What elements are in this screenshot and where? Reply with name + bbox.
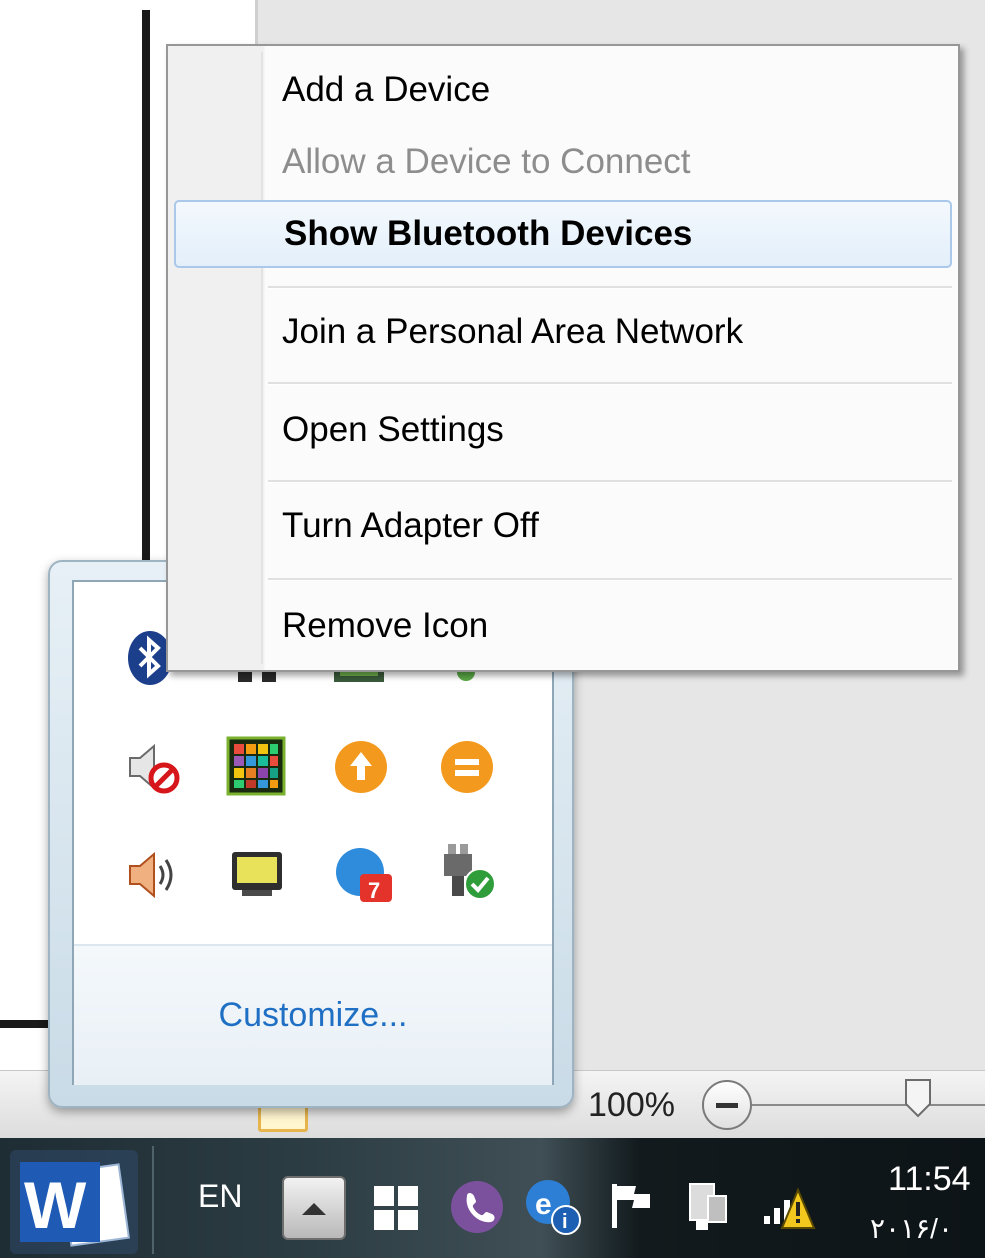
windows-flag-icon[interactable] [368, 1180, 424, 1236]
orange-equals-icon[interactable] [438, 738, 496, 796]
svg-text:e: e [535, 1188, 552, 1221]
power-plug-icon[interactable] [680, 1176, 738, 1234]
volume-muted-icon[interactable] [124, 738, 182, 796]
notification-overflow-footer: Customize... [74, 944, 552, 1085]
menu-separator [268, 382, 952, 385]
power-plug-check-icon[interactable] [436, 840, 498, 902]
zoom-out-button[interactable] [702, 1080, 752, 1130]
zoom-slider-thumb[interactable] [904, 1078, 932, 1118]
menu-item-open-settings[interactable]: Open Settings [174, 396, 952, 464]
notification-badge-icon[interactable]: 7 [334, 844, 396, 906]
customize-link[interactable]: Customize... [74, 996, 552, 1035]
show-hidden-icons-button[interactable] [282, 1176, 346, 1240]
clock-date[interactable]: ٢٠١۶/٠ [870, 1212, 953, 1245]
zoom-level[interactable]: 100% [588, 1086, 675, 1125]
network-warning-icon[interactable] [758, 1176, 818, 1236]
badge-count: 7 [368, 878, 380, 903]
word-taskbar-icon[interactable]: W [8, 1148, 140, 1256]
color-grid-icon[interactable] [226, 736, 286, 796]
monitor-icon[interactable] [228, 846, 286, 904]
menu-separator [268, 578, 952, 581]
chevron-up-icon [302, 1203, 326, 1215]
svg-text:W: W [24, 1168, 87, 1242]
svg-text:i: i [562, 1211, 568, 1233]
menu-item-remove-icon[interactable]: Remove Icon [174, 592, 952, 660]
language-indicator[interactable]: EN [198, 1178, 242, 1215]
menu-item-join-personal-area-network[interactable]: Join a Personal Area Network [174, 298, 952, 366]
menu-separator [268, 480, 952, 483]
zoom-slider-track[interactable] [752, 1104, 985, 1106]
browser-info-icon[interactable]: e i [522, 1176, 584, 1238]
viber-icon[interactable] [448, 1178, 506, 1236]
action-center-flag-icon[interactable] [604, 1178, 660, 1234]
menu-separator [268, 286, 952, 289]
bluetooth-context-menu: Add a Device Allow a Device to Connect S… [166, 44, 960, 672]
menu-item-show-bluetooth-devices[interactable]: Show Bluetooth Devices [174, 200, 952, 268]
document-border-line [142, 10, 150, 570]
menu-item-turn-adapter-off[interactable]: Turn Adapter Off [174, 492, 952, 560]
clock-time[interactable]: 11:54 [888, 1160, 971, 1199]
menu-item-add-device[interactable]: Add a Device [174, 56, 952, 124]
volume-icon[interactable] [124, 846, 182, 904]
menu-item-allow-device-connect[interactable]: Allow a Device to Connect [174, 128, 952, 196]
orange-upload-icon[interactable] [332, 738, 390, 796]
taskbar-separator [152, 1146, 154, 1254]
